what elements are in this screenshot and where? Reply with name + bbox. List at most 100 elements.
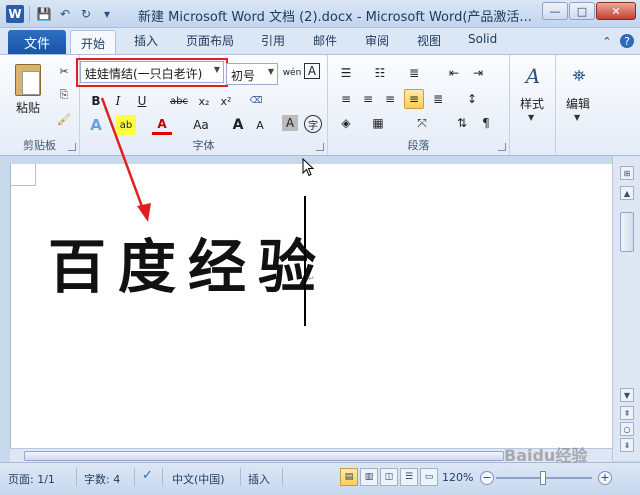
save-icon[interactable]: 💾 (35, 5, 53, 23)
outline-view-icon[interactable]: ☰ (400, 468, 418, 486)
vertical-scrollbar[interactable]: ⊞ ▲ ▼ ⇞ ○ ⇟ (612, 156, 640, 461)
chevron-down-icon[interactable]: ▼ (268, 67, 274, 76)
font-color-button[interactable]: A (152, 115, 172, 135)
paste-button[interactable] (8, 61, 48, 99)
font-launcher-icon[interactable] (316, 143, 324, 151)
help-icon[interactable]: ? (620, 34, 634, 48)
shading-icon[interactable]: ◈ (336, 113, 356, 133)
highlight-button[interactable]: ab (116, 115, 136, 135)
bullets-icon[interactable]: ☰ (336, 63, 356, 83)
redo-icon[interactable]: ↻ (77, 5, 95, 23)
text-effects-icon[interactable]: A (86, 115, 106, 135)
tab-insert[interactable]: 插入 (134, 32, 158, 49)
status-language[interactable]: 中文(中国) (172, 471, 225, 487)
italic-button[interactable]: I (108, 91, 128, 111)
zoom-slider-thumb[interactable] (540, 471, 546, 485)
browse-object-icon[interactable]: ○ (620, 422, 634, 436)
increase-indent-icon[interactable]: ⇥ (468, 63, 488, 83)
next-page-icon[interactable]: ⇟ (620, 438, 634, 452)
tab-review[interactable]: 审阅 (365, 32, 389, 49)
line-spacing-icon[interactable]: ↕ (462, 89, 482, 109)
prev-page-icon[interactable]: ⇞ (620, 406, 634, 420)
align-left-icon[interactable]: ≡ (336, 89, 356, 109)
full-screen-reading-icon[interactable]: ▥ (360, 468, 378, 486)
qat-customize-icon[interactable]: ▾ (98, 5, 116, 23)
chevron-down-icon[interactable]: ▼ (574, 113, 580, 122)
superscript-button[interactable]: x² (216, 91, 236, 111)
styles-icon[interactable]: A (515, 61, 551, 91)
char-shading-button[interactable]: A (282, 115, 298, 131)
horizontal-scroll-thumb[interactable] (24, 451, 504, 461)
font-size-value: 初号 (231, 69, 256, 83)
font-group-label: 字体 (192, 139, 215, 152)
tab-home[interactable]: 开始 (70, 30, 117, 54)
baidu-watermark: Baidu经验 (504, 446, 588, 465)
print-layout-view-icon[interactable]: ▤ (340, 468, 358, 486)
enclose-char-button[interactable]: 字 (304, 115, 322, 133)
char-border-button[interactable]: A (304, 63, 320, 79)
scroll-down-icon[interactable]: ▼ (620, 388, 634, 402)
zoom-level[interactable]: 120% (442, 471, 473, 484)
status-divider (240, 468, 241, 486)
bold-button[interactable]: B (86, 91, 106, 111)
format-painter-icon[interactable]: 🖌 (56, 111, 72, 127)
clear-format-icon[interactable]: ⌫ (246, 91, 266, 111)
pinyin-guide-button[interactable]: wén (282, 63, 302, 83)
strikethrough-button[interactable]: abc (166, 91, 192, 111)
borders-icon[interactable]: ▦ (368, 113, 388, 133)
grow-font-button[interactable]: A (228, 115, 248, 135)
styles-group: A 样式 ▼ (510, 55, 556, 155)
multilevel-list-icon[interactable]: ≣ (404, 63, 424, 83)
status-page[interactable]: 页面: 1/1 (8, 471, 55, 487)
document-text[interactable]: 百度经验 (48, 220, 328, 304)
maximize-button[interactable]: □ (569, 2, 595, 20)
distributed-icon[interactable]: ≣ (428, 89, 448, 109)
chinese-layout-icon[interactable]: ⤧ (412, 113, 432, 133)
cut-icon[interactable]: ✂ (56, 63, 72, 79)
align-center-icon[interactable]: ≡ (358, 89, 378, 109)
ribbon-minimize-icon[interactable]: ⌃ (600, 34, 614, 48)
decrease-indent-icon[interactable]: ⇤ (444, 63, 464, 83)
tab-references[interactable]: 引用 (261, 32, 285, 49)
minimize-button[interactable]: — (542, 2, 568, 20)
sort-icon[interactable]: ⇅ (452, 113, 472, 133)
tab-page-layout[interactable]: 页面布局 (186, 32, 234, 49)
subscript-button[interactable]: x₂ (194, 91, 214, 111)
undo-icon[interactable]: ↶ (56, 5, 74, 23)
show-marks-icon[interactable]: ¶ (476, 113, 496, 133)
binoculars-icon[interactable]: ⛯ (561, 61, 597, 91)
copy-icon[interactable]: ⎘ (56, 87, 72, 103)
vertical-scroll-thumb[interactable] (620, 212, 634, 252)
scroll-up-icon[interactable]: ▲ (620, 186, 634, 200)
paragraph-launcher-icon[interactable] (498, 143, 506, 151)
draft-view-icon[interactable]: ▭ (420, 468, 438, 486)
change-case-button[interactable]: Aa (188, 115, 214, 135)
tab-view[interactable]: 视图 (417, 32, 441, 49)
align-right-icon[interactable]: ≡ (380, 89, 400, 109)
document-page[interactable] (10, 164, 612, 454)
ruler-toggle-icon[interactable]: ⊞ (620, 166, 634, 180)
status-insert-mode[interactable]: 插入 (248, 471, 270, 487)
font-size-box[interactable]: 初号 ▼ (226, 63, 278, 85)
numbering-icon[interactable]: ☷ (370, 63, 390, 83)
word-icon[interactable]: W (6, 5, 24, 23)
status-word-count[interactable]: 字数: 4 (84, 471, 120, 487)
tab-solid[interactable]: Solid (468, 32, 497, 46)
shrink-font-button[interactable]: A (250, 115, 270, 135)
chevron-down-icon[interactable]: ▼ (528, 113, 534, 122)
zoom-in-button[interactable]: + (598, 471, 612, 485)
underline-button[interactable]: U (132, 91, 152, 111)
close-button[interactable]: ✕ (596, 2, 636, 20)
status-divider (134, 468, 135, 486)
editing-group: ⛯ 编辑 ▼ (556, 55, 602, 155)
window-controls: — □ ✕ (542, 2, 636, 20)
web-layout-icon[interactable]: ◫ (380, 468, 398, 486)
justify-icon[interactable]: ≡ (404, 89, 424, 109)
tab-mailings[interactable]: 邮件 (313, 32, 337, 49)
clipboard-launcher-icon[interactable] (68, 143, 76, 151)
tab-file[interactable]: 文件 (8, 30, 66, 54)
ribbon-tabs: 文件 开始 插入 页面布局 引用 邮件 审阅 视图 Solid ⌃ ? (0, 28, 640, 54)
font-name-highlight (76, 58, 228, 87)
zoom-out-button[interactable]: − (480, 471, 494, 485)
proofing-icon[interactable]: ✓ (142, 468, 153, 483)
